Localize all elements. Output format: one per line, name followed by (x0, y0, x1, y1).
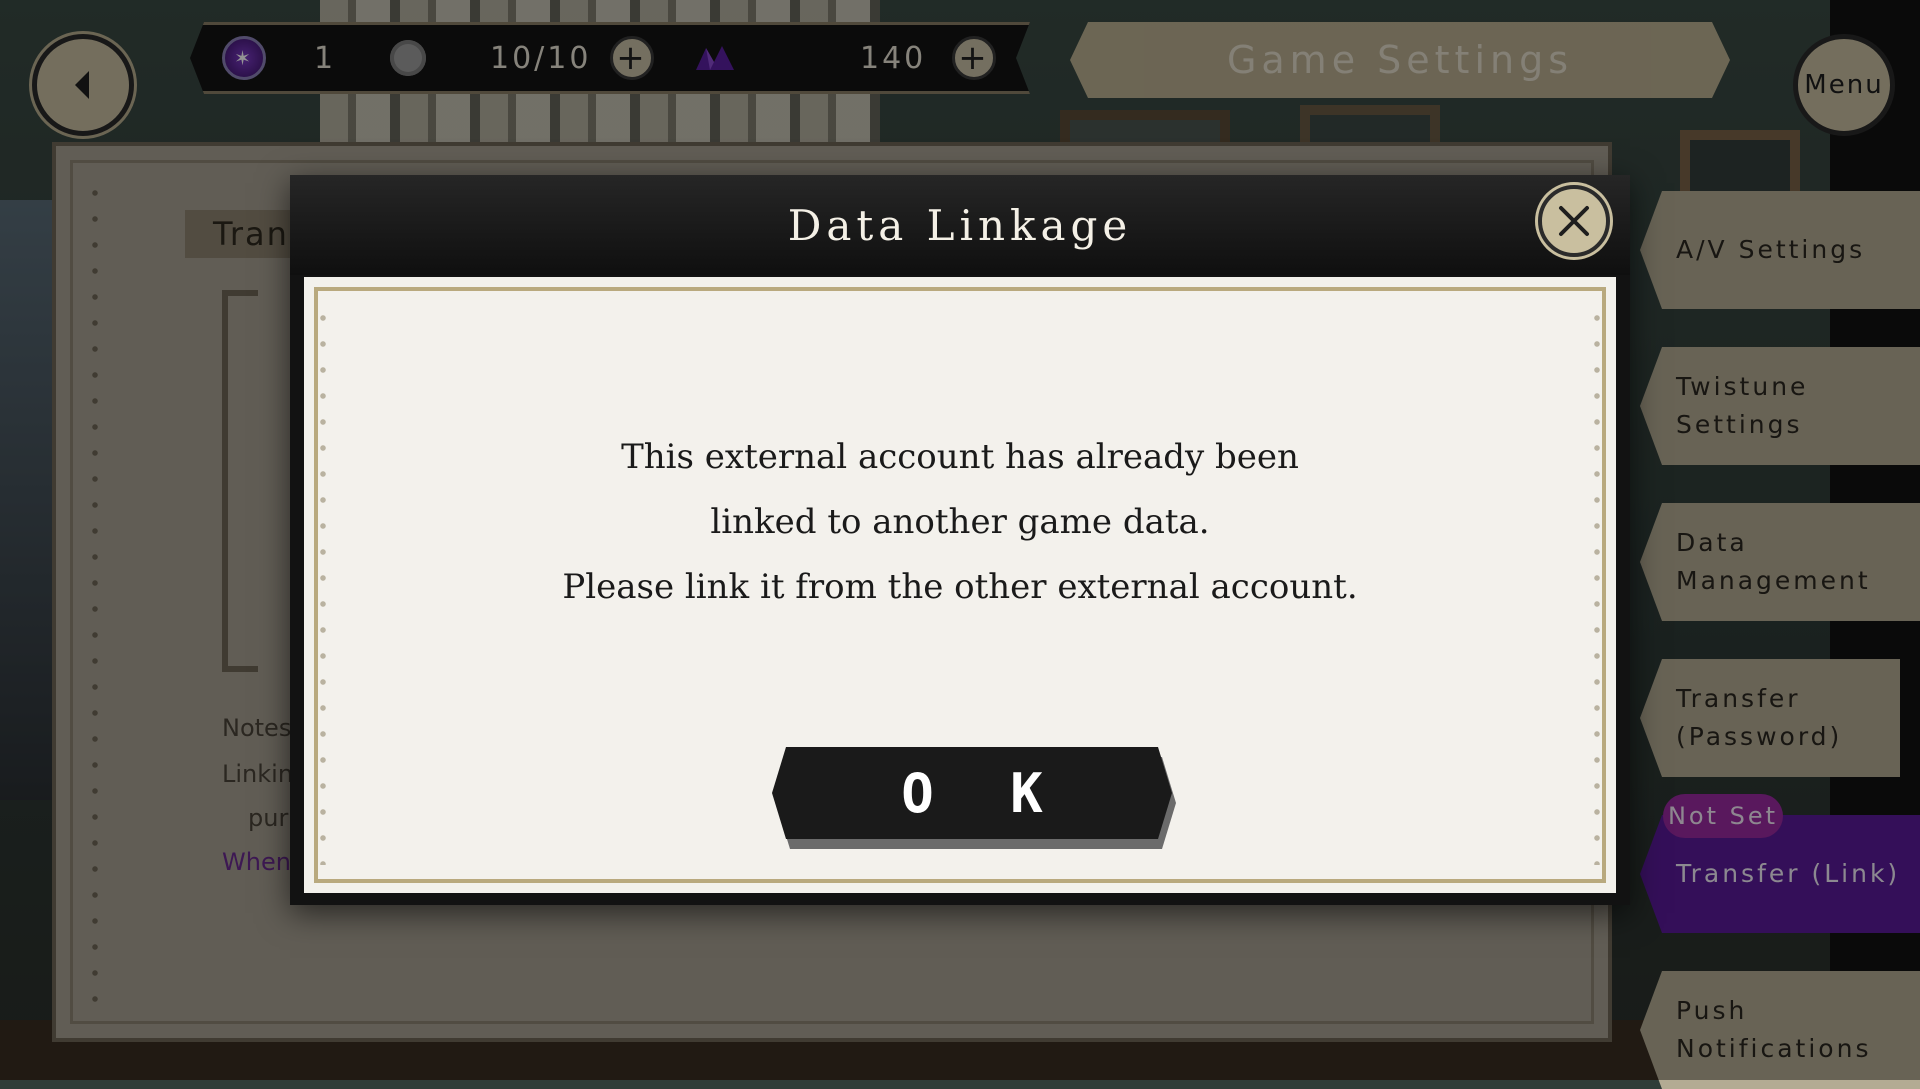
message-line: linked to another game data. (710, 502, 1210, 542)
dialog-title: Data Linkage (290, 175, 1630, 275)
data-linkage-dialog: Data Linkage This external account has a… (290, 175, 1630, 905)
close-icon (1559, 206, 1589, 236)
message-line: Please link it from the other external a… (562, 567, 1358, 607)
dialog-message: This external account has already been l… (304, 425, 1616, 620)
message-line: This external account has already been (621, 437, 1299, 477)
dialog-body: This external account has already been l… (304, 277, 1616, 893)
ok-button[interactable]: O K (772, 747, 1172, 839)
close-button[interactable] (1538, 185, 1610, 257)
